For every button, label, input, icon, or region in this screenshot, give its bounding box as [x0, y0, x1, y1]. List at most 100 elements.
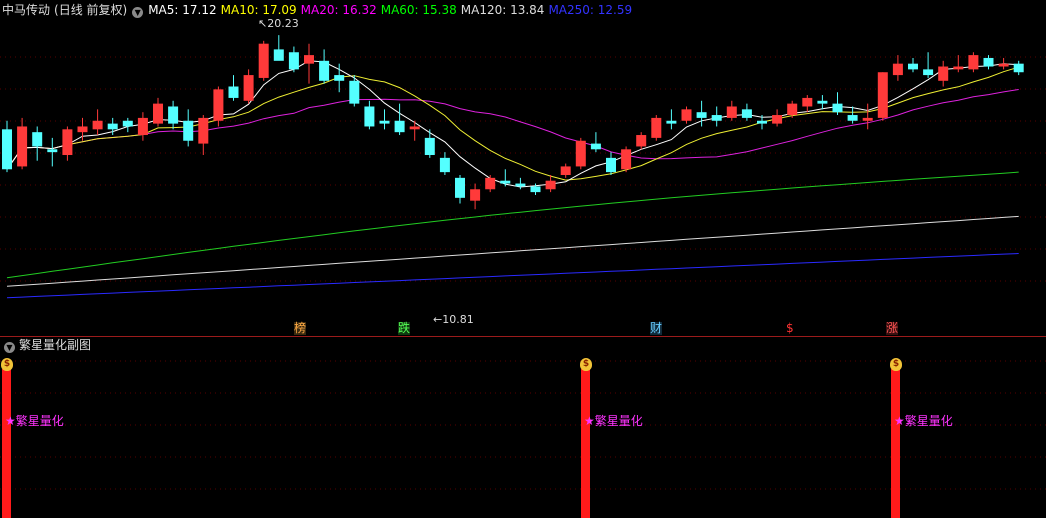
candle-body: [17, 126, 28, 167]
candle-body: [439, 157, 450, 173]
candle[interactable]: [545, 174, 556, 193]
candle[interactable]: [741, 103, 752, 121]
candle[interactable]: [817, 95, 828, 110]
candle[interactable]: [32, 126, 43, 161]
candle[interactable]: [636, 132, 647, 150]
candle[interactable]: [47, 137, 58, 167]
candle[interactable]: [153, 97, 163, 127]
candle[interactable]: [394, 103, 405, 136]
candle[interactable]: [847, 106, 858, 124]
candle[interactable]: [92, 109, 103, 136]
candle[interactable]: [1013, 60, 1024, 76]
candle-body: [877, 72, 888, 118]
candle[interactable]: [651, 115, 662, 141]
ma250-label: MA250: 12.59: [548, 3, 633, 17]
candle-body: [258, 43, 269, 78]
candle[interactable]: [243, 69, 254, 104]
low-price-annotation: ←10.81: [433, 313, 474, 326]
candle[interactable]: [590, 132, 601, 153]
candle[interactable]: [349, 75, 360, 107]
signal-bar-3: [891, 369, 900, 518]
candle[interactable]: [485, 174, 496, 193]
candle-body: [847, 115, 858, 121]
candle[interactable]: [560, 163, 571, 178]
candle[interactable]: [606, 152, 616, 175]
candle[interactable]: [319, 49, 330, 84]
marker-dollar[interactable]: $: [786, 322, 794, 335]
candle[interactable]: [953, 55, 964, 73]
candle-body: [757, 120, 767, 124]
candle[interactable]: [198, 115, 209, 156]
candle[interactable]: [862, 103, 873, 130]
candle[interactable]: [802, 95, 813, 113]
sub-chart-panel[interactable]: ▼ 繁星量化副图 $ $ $ ★繁星量化 ★繁星量化 ★繁星量化: [0, 337, 1046, 518]
candle[interactable]: [258, 40, 269, 81]
candle[interactable]: [575, 137, 586, 170]
marker-die[interactable]: 跌: [398, 322, 411, 335]
candle[interactable]: [998, 57, 1009, 70]
candle[interactable]: [439, 152, 450, 175]
candle[interactable]: [923, 52, 934, 78]
sub-chart-header: ▼ 繁星量化副图: [0, 337, 91, 353]
star-icon: ★: [584, 414, 595, 428]
ma20-label: MA20: 16.32: [300, 3, 377, 17]
candle-body: [560, 166, 571, 175]
candle[interactable]: [2, 120, 12, 173]
candle[interactable]: [832, 92, 843, 116]
marker-cai[interactable]: 财: [650, 322, 663, 335]
candle[interactable]: [908, 57, 918, 73]
candle-body: [908, 63, 918, 70]
candle[interactable]: [892, 55, 903, 81]
candle[interactable]: [938, 60, 949, 87]
candle[interactable]: [168, 100, 179, 130]
candle[interactable]: [711, 106, 722, 127]
candle[interactable]: [455, 174, 465, 204]
candle[interactable]: [62, 126, 73, 161]
candle[interactable]: [409, 120, 420, 141]
candle-body: [938, 66, 949, 81]
candle-body: [802, 97, 813, 107]
candle-body: [832, 103, 843, 113]
candle[interactable]: [183, 109, 194, 147]
money-bag-icon: $: [890, 358, 902, 371]
candle-body: [364, 106, 375, 127]
candle[interactable]: [877, 72, 888, 121]
candle[interactable]: [288, 46, 299, 73]
candle-body: [319, 60, 330, 81]
candle[interactable]: [666, 109, 677, 130]
candle-body: [621, 149, 632, 170]
candle-body: [379, 120, 390, 124]
candle[interactable]: [379, 109, 390, 130]
marker-bang[interactable]: 榜: [294, 322, 307, 335]
candle[interactable]: [726, 100, 737, 121]
candle[interactable]: [273, 35, 284, 61]
candle[interactable]: [304, 43, 314, 84]
chevron-down-icon[interactable]: ▼: [132, 7, 144, 18]
candle[interactable]: [515, 177, 526, 190]
candle-body: [696, 112, 707, 118]
candle[interactable]: [213, 86, 224, 127]
stock-name: 中马传动: [2, 3, 51, 17]
candle[interactable]: [424, 129, 435, 158]
candle[interactable]: [228, 75, 239, 101]
main-chart-panel[interactable]: 中马传动 (日线 前复权) ▼ MA5: 17.12 MA10: 17.09 MA20: …: [0, 0, 1046, 336]
candle[interactable]: [470, 183, 481, 210]
marker-zhang[interactable]: 涨: [886, 322, 899, 335]
ma120-label: MA120: 13.84: [460, 3, 545, 17]
candle[interactable]: [364, 100, 375, 130]
candle-body: [470, 189, 481, 201]
candle-body: [726, 106, 737, 118]
candle-body: [92, 120, 103, 130]
candle-body: [636, 135, 647, 147]
candle[interactable]: [621, 146, 632, 173]
candle[interactable]: [968, 52, 979, 73]
candle-body: [409, 126, 420, 130]
candle[interactable]: [137, 112, 148, 141]
chevron-down-icon[interactable]: ▼: [4, 342, 15, 353]
candle[interactable]: [772, 109, 783, 127]
kline-chart[interactable]: [0, 0, 1046, 336]
candle-body: [606, 157, 616, 173]
candle[interactable]: [17, 117, 28, 170]
candle[interactable]: [122, 117, 133, 133]
candle[interactable]: [500, 169, 511, 187]
